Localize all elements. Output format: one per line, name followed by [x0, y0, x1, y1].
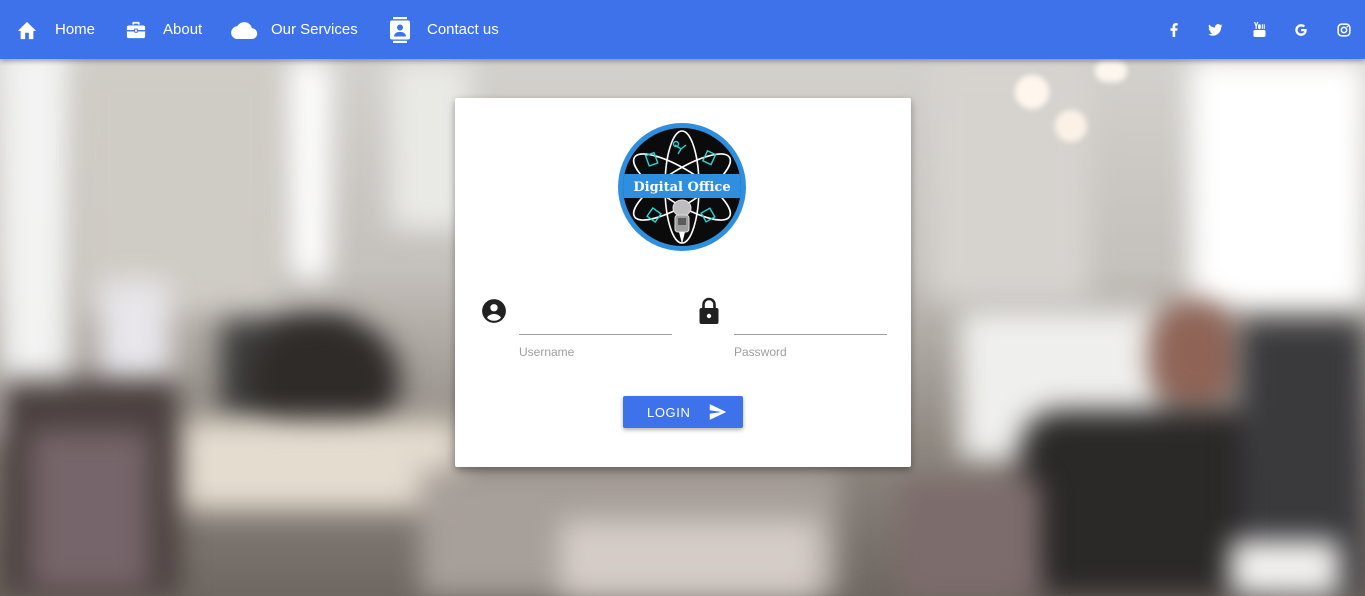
- login-button[interactable]: LOGIN: [623, 396, 743, 428]
- nav-item-home[interactable]: Home: [16, 0, 95, 59]
- password-input[interactable]: [734, 306, 887, 335]
- lock-icon: [699, 297, 719, 330]
- instagram-icon[interactable]: [1332, 0, 1356, 59]
- twitter-icon[interactable]: [1203, 0, 1227, 59]
- login-button-label: LOGIN: [647, 405, 691, 420]
- youtube-icon[interactable]: [1247, 0, 1271, 59]
- nav-item-about-label: About: [163, 21, 203, 38]
- nav-item-home-label: Home: [55, 21, 96, 38]
- briefcase-icon: [125, 20, 147, 40]
- nav-item-contact-us[interactable]: Contact us: [389, 0, 499, 59]
- nav-item-about[interactable]: About: [125, 0, 202, 59]
- username-input[interactable]: [519, 306, 672, 335]
- login-card: Digital Office Username Password LOGIN: [455, 98, 911, 467]
- nav-item-contact-us-label: Contact us: [427, 21, 499, 38]
- digital-office-logo: Digital Office: [617, 122, 747, 252]
- home-icon: [16, 20, 38, 40]
- username-label: Username: [519, 345, 575, 359]
- send-icon: [709, 404, 727, 423]
- top-navbar: Home About Our Services Contact us: [0, 0, 1365, 59]
- google-icon[interactable]: [1289, 0, 1313, 59]
- contact-card-icon: [389, 16, 411, 43]
- nav-item-our-services[interactable]: Our Services: [231, 0, 358, 59]
- logo-text: Digital Office: [633, 180, 730, 195]
- facebook-icon[interactable]: [1162, 0, 1186, 59]
- cloud-icon: [231, 20, 258, 40]
- nav-item-our-services-label: Our Services: [271, 21, 358, 38]
- account-circle-icon: [481, 298, 507, 329]
- password-label: Password: [734, 345, 787, 359]
